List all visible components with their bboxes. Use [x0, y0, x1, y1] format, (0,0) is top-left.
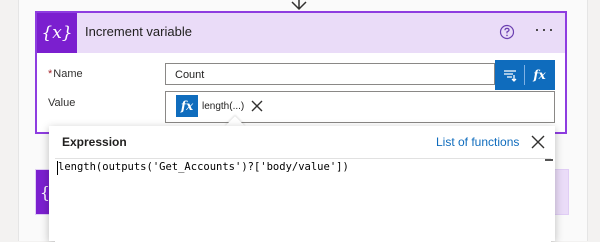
- close-icon[interactable]: [530, 134, 546, 150]
- expression-editor[interactable]: length(outputs('Get_Accounts')?['body/va…: [55, 158, 553, 242]
- expression-text: length(outputs('Get_Accounts')?['body/va…: [58, 161, 349, 173]
- expression-token[interactable]: fx length(...): [176, 95, 264, 117]
- expression-button[interactable]: fx: [525, 60, 554, 90]
- remove-token-icon[interactable]: [250, 99, 264, 113]
- name-label-text: Name: [53, 68, 83, 80]
- increment-variable-card: {x} Increment variable ··· *Name Count f…: [35, 11, 567, 134]
- list-of-functions-link[interactable]: List of functions: [436, 135, 519, 149]
- name-label: *Name: [48, 68, 83, 80]
- value-field[interactable]: fx length(...): [165, 91, 555, 123]
- fx-icon: fx: [533, 68, 546, 82]
- dynamic-content-button[interactable]: [495, 60, 524, 90]
- dynamic-content-toolbar: fx: [495, 60, 555, 90]
- editor-scroll-marker: [545, 159, 553, 161]
- card-header[interactable]: {x} Increment variable ···: [37, 13, 565, 53]
- variable-icon: {: [36, 170, 50, 214]
- help-circle-icon[interactable]: [499, 24, 515, 40]
- more-options-icon[interactable]: ···: [534, 19, 555, 40]
- token-label: length(...): [202, 100, 245, 112]
- card-title: Increment variable: [85, 24, 192, 39]
- required-mark: *: [48, 68, 53, 80]
- expression-panel: Expression List of functions length(outp…: [49, 126, 555, 242]
- expression-title: Expression: [62, 135, 127, 149]
- name-field[interactable]: Count: [165, 63, 495, 85]
- dynamic-content-icon: [503, 70, 516, 82]
- fx-icon: fx: [176, 95, 198, 117]
- fx-text: fx: [180, 99, 194, 113]
- variable-icon: {x}: [37, 13, 77, 53]
- value-label: Value: [48, 97, 76, 109]
